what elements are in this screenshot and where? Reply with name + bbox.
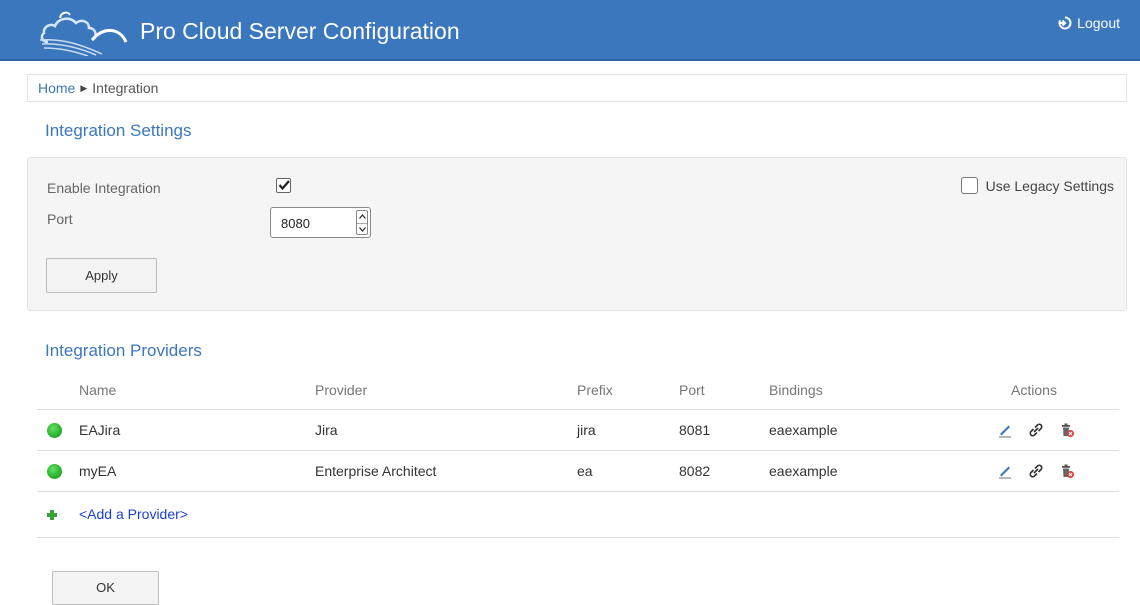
provider-type: Jira [315, 409, 577, 451]
column-header-port: Port [679, 372, 769, 410]
row-actions [949, 422, 1119, 438]
legacy-settings-label: Use Legacy Settings [985, 177, 1114, 194]
logout-icon [1058, 16, 1072, 30]
provider-name: EAJira [79, 409, 315, 451]
table-row: EAJira Jira jira 8081 eaexample [37, 409, 1119, 451]
provider-name: myEA [79, 450, 315, 492]
providers-title: Integration Providers [45, 341, 202, 360]
logout-button[interactable]: Logout [1058, 15, 1120, 31]
column-header-status [37, 372, 79, 410]
cloud-logo-icon [39, 11, 128, 56]
provider-port: 8082 [679, 450, 769, 492]
breadcrumb-home-link[interactable]: Home [38, 80, 75, 96]
provider-port: 8081 [679, 409, 769, 451]
column-header-actions: Actions [949, 372, 1119, 410]
add-provider-row: <Add a Provider> [37, 491, 1119, 538]
edit-icon[interactable] [997, 422, 1013, 438]
apply-button[interactable]: Apply [46, 258, 157, 293]
status-running-icon [47, 463, 62, 479]
link-icon[interactable] [1028, 422, 1044, 438]
settings-title: Integration Settings [45, 121, 192, 140]
provider-bindings: eaexample [769, 450, 949, 492]
plus-icon[interactable] [47, 510, 57, 521]
spinner-down-button[interactable] [357, 222, 367, 235]
legacy-settings-checkbox[interactable] [960, 177, 978, 194]
settings-panel: Enable Integration Port 8080 Use Legacy … [27, 157, 1127, 311]
add-provider-link[interactable]: <Add a Provider> [79, 506, 188, 522]
delete-icon[interactable] [1059, 422, 1075, 438]
breadcrumb-arrow-icon: ▶ [80, 82, 88, 93]
chevron-down-icon [359, 226, 366, 232]
port-input[interactable]: 8080 [270, 207, 371, 238]
provider-prefix: jira [577, 409, 679, 451]
delete-icon[interactable] [1059, 463, 1075, 479]
logout-label: Logout [1077, 15, 1120, 31]
table-header-row: Name Provider Prefix Port Bindings Actio… [37, 372, 1119, 410]
enable-integration-label: Enable Integration [47, 180, 161, 196]
provider-prefix: ea [577, 450, 679, 492]
row-actions [949, 463, 1119, 479]
enable-integration-checkbox[interactable] [276, 178, 291, 193]
edit-icon[interactable] [997, 463, 1013, 479]
breadcrumb-current: Integration [92, 80, 159, 96]
ok-button[interactable]: OK [52, 571, 159, 605]
legacy-settings-option: Use Legacy Settings [960, 177, 1114, 194]
column-header-provider: Provider [315, 372, 577, 410]
column-header-prefix: Prefix [577, 372, 679, 410]
provider-bindings: eaexample [769, 409, 949, 451]
app-title: Pro Cloud Server Configuration [140, 18, 460, 44]
breadcrumb: Home ▶ Integration [27, 74, 1127, 102]
table-row: myEA Enterprise Architect ea 8082 eaexam… [37, 450, 1119, 492]
status-running-icon [47, 422, 62, 438]
link-icon[interactable] [1028, 463, 1044, 479]
port-spinner[interactable] [356, 210, 368, 235]
checkmark-icon [278, 180, 290, 191]
column-header-bindings: Bindings [769, 372, 949, 410]
column-header-name: Name [79, 372, 315, 410]
chevron-up-icon [359, 214, 366, 219]
port-value: 8080 [281, 216, 310, 231]
provider-type: Enterprise Architect [315, 450, 577, 492]
app-header: Pro Cloud Server Configuration Logout [0, 0, 1140, 61]
spinner-up-button[interactable] [357, 211, 367, 223]
port-label: Port [47, 211, 73, 227]
providers-table: Name Provider Prefix Port Bindings Actio… [37, 372, 1119, 538]
